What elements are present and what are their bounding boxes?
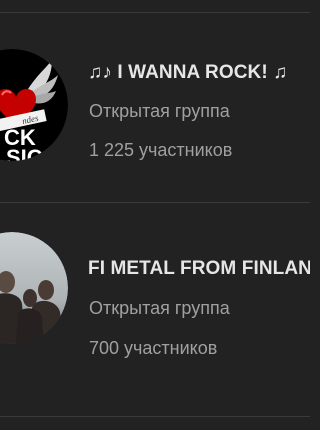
divider xyxy=(0,416,310,417)
finland-flag-icon: FI xyxy=(88,258,106,279)
group-avatar[interactable]: ndes CK SIC xyxy=(0,49,68,161)
rock-music-logo-icon: ndes CK SIC xyxy=(0,49,68,161)
band-photo-icon xyxy=(0,232,68,344)
list-item-group-i-wanna-rock[interactable]: ndes CK SIC ♫♪ I WANNA ROCK! ♫ Открытая … xyxy=(0,13,310,193)
group-members-count: 700 участников xyxy=(89,338,218,358)
group-list: ndes CK SIC ♫♪ I WANNA ROCK! ♫ Открытая … xyxy=(0,0,310,430)
group-title[interactable]: FI METAL FROM FINLAND xyxy=(88,258,310,280)
group-members-count: 1 225 участников xyxy=(89,140,233,160)
group-type: Открытая группа xyxy=(89,101,230,121)
list-item-group-metal-from-finland[interactable]: FI METAL FROM FINLAND Открытая группа 70… xyxy=(0,203,310,383)
avatar-text-bottom: SIC xyxy=(6,145,43,161)
group-type: Открытая группа xyxy=(89,298,230,318)
group-title-text: METAL FROM FINLAND xyxy=(105,258,310,279)
group-title[interactable]: ♫♪ I WANNA ROCK! ♫ xyxy=(88,62,288,84)
group-avatar[interactable] xyxy=(0,232,68,344)
